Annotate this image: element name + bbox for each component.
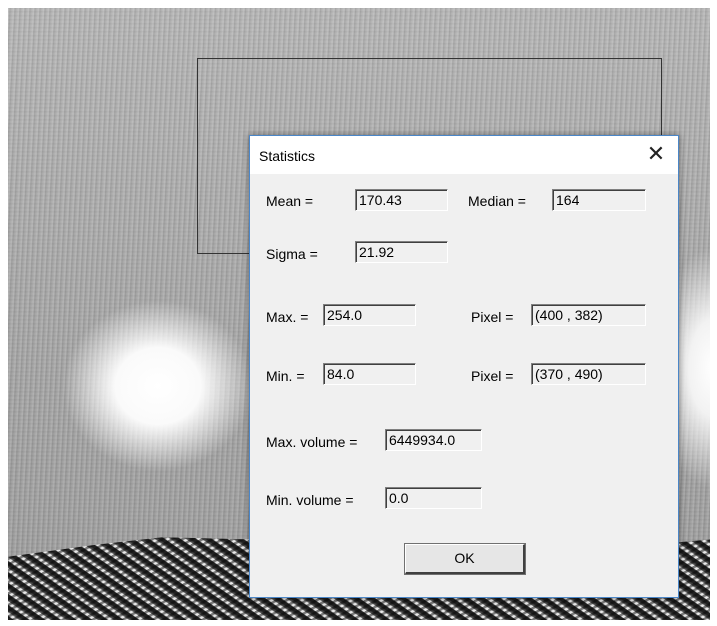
max-pixel-label: Pixel = [471,309,514,325]
min-volume-field: 0.0 [385,487,482,509]
min-label: Min. = [266,368,305,384]
min-field: 84.0 [323,363,416,385]
close-icon[interactable]: ✕ [636,139,676,169]
dialog-titlebar[interactable]: Statistics ✕ [250,136,678,174]
median-label: Median = [468,193,526,209]
median-field: 164 [552,189,646,211]
ok-button[interactable]: OK [405,544,525,574]
statistics-dialog: Statistics ✕ Mean = 170.43 Median = 164 … [249,135,679,598]
max-label: Max. = [266,309,309,325]
mean-label: Mean = [266,193,314,209]
min-pixel-field: (370 , 490) [531,363,646,385]
max-pixel-field: (400 , 382) [531,304,646,326]
min-volume-label: Min. volume = [266,492,354,508]
dialog-title: Statistics [259,148,316,164]
sigma-field: 21.92 [355,241,448,263]
max-volume-label: Max. volume = [266,434,358,450]
sigma-label: Sigma = [266,246,318,262]
max-field: 254.0 [323,304,416,326]
max-volume-field: 6449934.0 [385,429,482,451]
min-pixel-label: Pixel = [471,368,514,384]
mean-field: 170.43 [355,189,448,211]
